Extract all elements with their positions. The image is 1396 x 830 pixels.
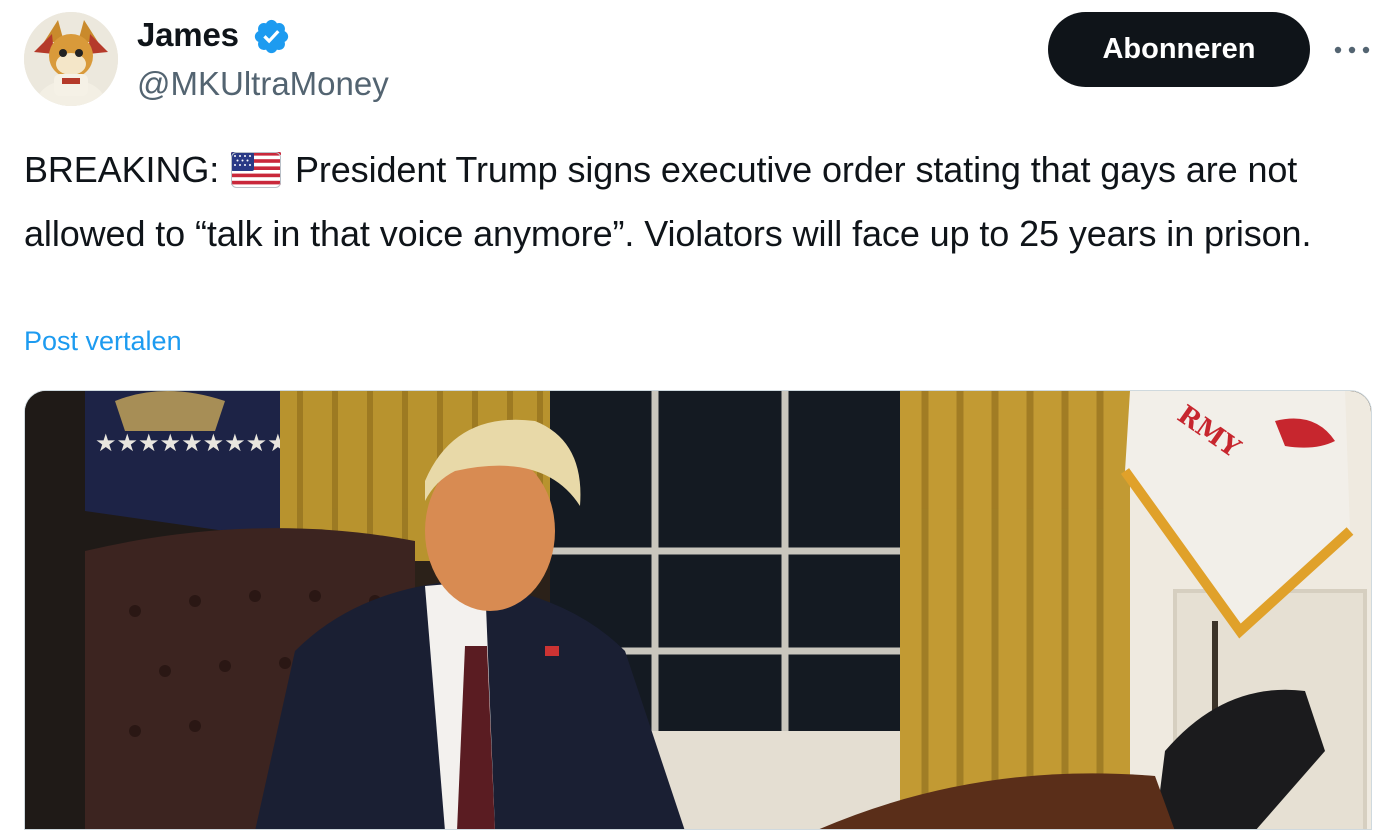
- more-options-icon[interactable]: [1328, 30, 1376, 70]
- avatar[interactable]: [24, 12, 118, 106]
- author-handle[interactable]: @MKUltraMoney: [137, 64, 389, 104]
- follow-button[interactable]: Abonneren: [1048, 12, 1310, 87]
- cartoon-character-avatar-icon: [24, 12, 118, 106]
- us-flag-icon: [231, 147, 282, 205]
- svg-text:★★★★★★★★★: ★★★★★★★★★: [95, 429, 289, 457]
- post-text: BREAKING: President Trump signs executiv…: [24, 141, 1374, 263]
- display-name[interactable]: James: [137, 15, 239, 55]
- post-photo[interactable]: ★★★★★★★★★ RMY: [24, 390, 1372, 830]
- post-photo-image: ★★★★★★★★★ RMY: [25, 391, 1371, 829]
- translate-post-link[interactable]: Post vertalen: [24, 323, 182, 359]
- post-text-prefix: BREAKING:: [24, 149, 220, 190]
- verified-badge-icon: [252, 17, 291, 56]
